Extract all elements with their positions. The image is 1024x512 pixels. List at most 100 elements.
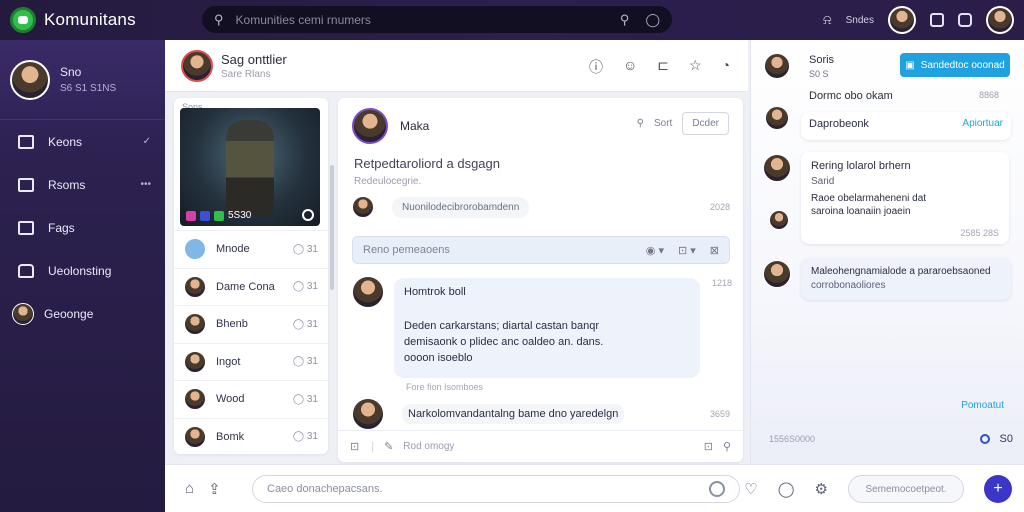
clock-icon[interactable] xyxy=(958,13,972,27)
right-item-avatar[interactable] xyxy=(765,106,789,130)
shield-badge-icon xyxy=(200,210,210,221)
right-line: Dormc obo okam 8868 xyxy=(809,90,999,102)
message: Narkolomvandantalng bame dno yaredelgn 3… xyxy=(352,398,730,430)
nav-label: Keons xyxy=(48,134,83,149)
image-icon[interactable]: ⊠ xyxy=(710,244,719,257)
right-user-name: Soris xyxy=(809,53,835,66)
chat-panel: Maka ⚲ Sort Dcder Retpedtaroliord a dsga… xyxy=(338,98,743,462)
app-name: Komunitans xyxy=(44,10,136,29)
logo-mark-icon xyxy=(10,7,36,33)
card-stat-value: 5S30 xyxy=(228,210,252,221)
channel-header: Sag onttlier Sare Rlans ⓘ ☺ ⊏ ☆ ◔ xyxy=(165,40,748,92)
message-input[interactable]: Caeo donachepacsans. xyxy=(252,475,740,503)
reply-composer[interactable]: Reno pemeaoens ◉ ▾ ⊡ ▾ ⊠ xyxy=(352,236,730,264)
current-user[interactable]: Sno S6 S1 S1NS xyxy=(0,40,165,120)
right-card-2[interactable]: Rering lolarol brhern Sarid Raoe obelarm… xyxy=(801,152,1009,244)
button-icon: ▣ xyxy=(905,59,915,71)
edit-icon[interactable]: ✎ xyxy=(384,440,393,453)
gif-icon[interactable]: ⊡ xyxy=(704,440,713,453)
member-avatar xyxy=(184,238,206,261)
top-avatar[interactable] xyxy=(888,6,916,34)
search-bar[interactable]: ⚲ Komunities cemi rnumers ⚲ ◯ xyxy=(202,6,672,33)
message-avatar[interactable] xyxy=(352,398,384,430)
message-time: 3659 xyxy=(709,409,730,419)
search-input[interactable]: Komunities cemi rnumers xyxy=(236,13,620,27)
secondary-input[interactable]: Sememocoetpeot. xyxy=(848,475,964,503)
message-text: Narkolomvandantalng bame dno yaredelgn xyxy=(402,404,625,424)
star-icon[interactable]: ☆ xyxy=(689,57,702,77)
link-icon[interactable]: ⚲ xyxy=(723,440,731,453)
user-name: Sno xyxy=(60,65,82,79)
search-submit-icon[interactable]: ⚲ xyxy=(620,12,630,28)
app-logo[interactable]: Komunitans xyxy=(10,7,190,33)
emoji-icon[interactable]: ☺ xyxy=(623,57,637,77)
member-name: Mnode xyxy=(216,243,250,256)
list-item[interactable]: Bhenb ◯ 31 xyxy=(174,305,328,343)
primary-action-button[interactable]: ▣ Sandedtoc ooonad xyxy=(900,53,1010,77)
nav-item-rsoms[interactable]: Rsoms ••• xyxy=(0,163,165,206)
right-item-avatar[interactable] xyxy=(763,154,791,182)
right-card-1[interactable]: Daprobeonk Apiortuar xyxy=(801,112,1011,140)
nav-label: Rsoms xyxy=(48,177,86,192)
notifications-bell-icon[interactable]: ⍾ xyxy=(823,12,832,28)
chat-bubble-icon[interactable]: ◯ xyxy=(778,480,795,498)
nav-label: Fags xyxy=(48,220,75,235)
composer-input[interactable]: Reno pemeaoens xyxy=(363,244,646,256)
check-badge-icon xyxy=(214,210,224,221)
member-name: Bhenb xyxy=(216,318,248,331)
bookmark-icon[interactable]: ⊏ xyxy=(657,57,669,77)
chevron-down-icon[interactable]: ✓ xyxy=(143,136,151,147)
member-name: Dame Cona xyxy=(216,280,275,293)
follow-button[interactable]: Dcder xyxy=(682,112,729,135)
member-count: ◯ 31 xyxy=(292,356,318,368)
share-icon[interactable]: ⇪ xyxy=(208,480,221,498)
geoonge-avatar xyxy=(12,302,34,325)
nav-item-keons[interactable]: Keons ✓ xyxy=(0,120,165,163)
send-button[interactable]: + xyxy=(984,475,1012,503)
attach-icon[interactable]: ⊡ ▾ xyxy=(678,244,696,257)
members-scrollbar[interactable] xyxy=(330,165,334,290)
message-avatar[interactable] xyxy=(352,276,384,308)
featured-member-card[interactable]: 5S30 xyxy=(180,108,320,226)
search-icon: ⚲ xyxy=(214,11,224,27)
top-right-controls: ⍾ Sndes xyxy=(823,0,1014,40)
right-link[interactable]: Pomoatut xyxy=(961,400,1004,411)
card-stats: 5S30 xyxy=(186,210,251,221)
list-item[interactable]: Bomk ◯ 31 xyxy=(174,417,328,456)
list-item[interactable]: Wood ◯ 31 xyxy=(174,380,328,418)
more-icon[interactable]: ••• xyxy=(140,179,151,190)
emoji-icon[interactable]: ◉ ▾ xyxy=(646,244,664,257)
reply-row[interactable]: Nuonilodecibrorobamdenn 2028 xyxy=(352,196,730,218)
card-info-icon[interactable] xyxy=(302,209,314,221)
info-icon[interactable]: ⓘ xyxy=(589,57,603,77)
right-item-avatar[interactable] xyxy=(763,260,791,288)
nav-item-ueolonsting[interactable]: Ueolonsting xyxy=(0,249,165,292)
sort-button[interactable]: Sort xyxy=(654,118,672,129)
right-item-avatar[interactable] xyxy=(769,210,789,230)
channel-avatar[interactable] xyxy=(181,49,213,82)
member-avatar xyxy=(184,275,206,298)
format-icon[interactable]: ⊡ xyxy=(350,440,359,453)
right-user-avatar xyxy=(763,52,791,80)
right-user[interactable]: Soris S0 S xyxy=(763,52,834,80)
list-item[interactable]: Dame Cona ◯ 31 xyxy=(174,267,328,306)
heart-icon[interactable]: ♡ xyxy=(744,480,757,498)
footer-count[interactable]: S0 xyxy=(979,433,1013,445)
footer-input[interactable]: Rod omogy xyxy=(403,441,703,452)
nav-item-geoonge[interactable]: Geoonge xyxy=(0,292,165,335)
history-icon[interactable]: ◔ xyxy=(722,57,730,77)
post-subtitle: Redeulocegrie. xyxy=(354,176,422,187)
list-item[interactable]: Ingot ◯ 31 xyxy=(174,342,328,381)
emoji-icon[interactable] xyxy=(709,481,725,497)
camera-icon[interactable] xyxy=(930,13,944,27)
right-card-3[interactable]: Maleohengnamialode a pararoebsaoned corr… xyxy=(801,258,1011,300)
home-icon[interactable]: ⌂ xyxy=(185,480,194,497)
post-author-avatar[interactable] xyxy=(352,108,388,144)
card-link[interactable]: Apiortuar xyxy=(962,118,1003,129)
options-icon[interactable]: ⚙ xyxy=(815,480,828,498)
pin-icon[interactable]: ⚲ xyxy=(637,118,644,129)
search-options-icon[interactable]: ◯ xyxy=(645,12,660,28)
nav-item-fags[interactable]: Fags xyxy=(0,206,165,249)
profile-avatar[interactable] xyxy=(986,6,1014,34)
list-item[interactable]: Mnode ◯ 31 xyxy=(174,230,328,268)
